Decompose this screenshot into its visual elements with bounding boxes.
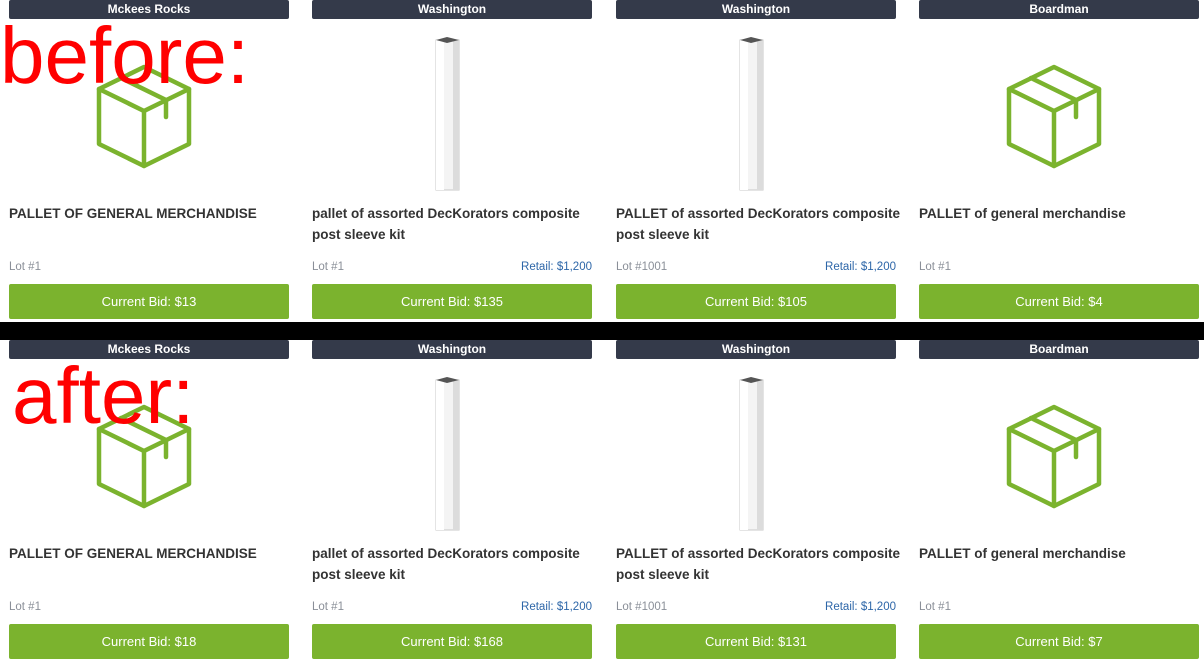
lot-number: Lot #1 [919,261,951,273]
listing-image[interactable] [312,19,592,197]
retail-price: Retail: $1,200 [521,601,592,613]
current-bid-button[interactable]: Current Bid: $135 [312,284,592,319]
listing-image[interactable] [616,359,896,537]
listing-card[interactable]: Washington pallet of assorted DecKorator… [312,0,592,322]
listing-title[interactable]: PALLET OF GENERAL MERCHANDISE [9,543,295,564]
listing-title[interactable]: pallet of assorted DecKorators composite… [312,203,598,245]
post-sleeve-image [739,377,764,531]
location-label: Washington [616,0,896,19]
listing-image[interactable] [919,359,1199,537]
lot-number: Lot #1 [9,261,41,273]
listing-title[interactable]: pallet of assorted DecKorators composite… [312,543,598,585]
listing-title[interactable]: PALLET of assorted DecKorators composite… [616,543,902,585]
listing-title[interactable]: PALLET of general merchandise [919,203,1204,224]
current-bid-button[interactable]: Current Bid: $168 [312,624,592,659]
box-icon [1006,404,1102,509]
section-divider [0,322,1204,340]
after-annotation: after: [12,351,195,440]
listing-card[interactable]: Boardman PALLET of general merchandise L… [919,340,1199,662]
listing-image[interactable] [616,19,896,197]
location-label: Washington [312,0,592,19]
lot-number: Lot #1 [312,601,344,613]
listing-image[interactable] [312,359,592,537]
current-bid-button[interactable]: Current Bid: $18 [9,624,289,659]
listing-card[interactable]: Washington pallet of assorted DecKorator… [312,340,592,662]
listing-title[interactable]: PALLET of general merchandise [919,543,1204,564]
lot-number: Lot #1 [312,261,344,273]
location-label: Boardman [919,340,1199,359]
current-bid-button[interactable]: Current Bid: $13 [9,284,289,319]
current-bid-button[interactable]: Current Bid: $105 [616,284,896,319]
listing-title[interactable]: PALLET OF GENERAL MERCHANDISE [9,203,295,224]
location-label: Boardman [919,0,1199,19]
retail-price: Retail: $1,200 [825,601,896,613]
post-sleeve-image [739,37,764,191]
listing-card[interactable]: Washington PALLET of assorted DecKorator… [616,0,900,322]
box-icon [1006,64,1102,169]
current-bid-button[interactable]: Current Bid: $4 [919,284,1199,319]
retail-price: Retail: $1,200 [521,261,592,273]
listing-card[interactable]: Boardman PALLET of general merchandise L… [919,0,1199,322]
post-sleeve-image [435,377,460,531]
listing-card[interactable]: Washington PALLET of assorted DecKorator… [616,340,900,662]
retail-price: Retail: $1,200 [825,261,896,273]
lot-number: Lot #1001 [616,261,668,273]
current-bid-button[interactable]: Current Bid: $7 [919,624,1199,659]
post-sleeve-image [435,37,460,191]
location-label: Washington [312,340,592,359]
listing-title[interactable]: PALLET of assorted DecKorators composite… [616,203,902,245]
listing-image[interactable] [919,19,1199,197]
before-annotation: before: [0,11,250,100]
current-bid-button[interactable]: Current Bid: $131 [616,624,896,659]
lot-number: Lot #1001 [616,601,668,613]
location-label: Washington [616,340,896,359]
lot-number: Lot #1 [919,601,951,613]
lot-number: Lot #1 [9,601,41,613]
